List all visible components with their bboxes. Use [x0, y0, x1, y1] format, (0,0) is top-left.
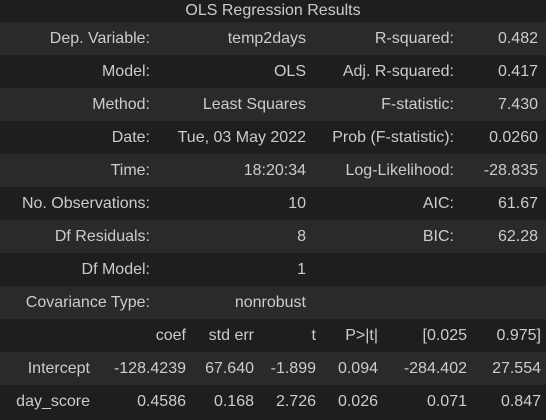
summary-label: Date:: [0, 121, 158, 154]
stat-value: 61.67: [462, 187, 546, 220]
coef-value: 2.726: [259, 385, 321, 418]
stat-label: Prob (F-statistic):: [314, 121, 462, 154]
coef-row: Intercept -128.4239 67.640 -1.899 0.094 -284.…: [0, 352, 546, 385]
stat-value: [462, 286, 546, 319]
coef-value: 0.4586: [95, 385, 191, 418]
coef-value: 27.554: [472, 352, 546, 385]
coef-term-label: Intercept: [0, 352, 95, 385]
coef-header-row: coef std err t P>|t| [0.025 0.975]: [0, 319, 546, 352]
coef-header-cell: 0.975]: [472, 319, 546, 352]
summary-value: temp2days: [158, 22, 314, 55]
coef-value: -284.402: [383, 352, 472, 385]
summary-value: 18:20:34: [158, 154, 314, 187]
summary-value: nonrobust: [158, 286, 314, 319]
coef-value: -128.4239: [95, 352, 191, 385]
coef-header-cell: [0.025: [383, 319, 472, 352]
stat-value: 0.417: [462, 55, 546, 88]
stat-value: 7.430: [462, 88, 546, 121]
coef-value: 0.026: [321, 385, 383, 418]
summary-label: Df Model:: [0, 253, 158, 286]
stat-value: 62.28: [462, 220, 546, 253]
coef-value: 0.094: [321, 352, 383, 385]
summary-label: Dep. Variable:: [0, 22, 158, 55]
summary-value: 1: [158, 253, 314, 286]
stat-value: 0.482: [462, 22, 546, 55]
summary-row: Date: Tue, 03 May 2022 Prob (F-statistic):…: [0, 121, 546, 154]
stat-label: F-statistic:: [314, 88, 462, 121]
summary-value: Tue, 03 May 2022: [158, 121, 314, 154]
summary-label: Method:: [0, 88, 158, 121]
summary-label: No. Observations:: [0, 187, 158, 220]
stat-label: BIC:: [314, 220, 462, 253]
summary-row: Df Model: 1: [0, 253, 546, 286]
stat-label: Log-Likelihood:: [314, 154, 462, 187]
summary-row: Dep. Variable: temp2days R-squared: 0.482: [0, 22, 546, 55]
coef-row: day_score 0.4586 0.168 2.726 0.026 0.071 0.847: [0, 385, 546, 418]
coef-term-label: day_score: [0, 385, 95, 418]
coef-header-cell: std err: [191, 319, 259, 352]
summary-value: Least Squares: [158, 88, 314, 121]
coef-header-cell: t: [259, 319, 321, 352]
table-caption: OLS Regression Results: [185, 2, 361, 19]
stat-label: [314, 253, 462, 286]
summary-row: Time: 18:20:34 Log-Likelihood: -28.835: [0, 154, 546, 187]
summary-table: Dep. Variable: temp2days R-squared: 0.482 Mo…: [0, 22, 546, 319]
coef-header-cell: coef: [95, 319, 191, 352]
summary-row: Covariance Type: nonrobust: [0, 286, 546, 319]
summary-row: No. Observations: 10 AIC: 61.67: [0, 187, 546, 220]
coefficient-table: coef std err t P>|t| [0.025 0.975] Intercept -1…: [0, 319, 546, 418]
summary-label: Covariance Type:: [0, 286, 158, 319]
stat-label: [314, 286, 462, 319]
summary-value: 8: [158, 220, 314, 253]
stat-label: Adj. R-squared:: [314, 55, 462, 88]
summary-value: 10: [158, 187, 314, 220]
stat-value: [462, 253, 546, 286]
summary-row: Method: Least Squares F-statistic: 7.430: [0, 88, 546, 121]
ols-results-output: OLS Regression Results Dep. Variable: tem…: [0, 0, 546, 420]
summary-value: OLS: [158, 55, 314, 88]
stat-value: -28.835: [462, 154, 546, 187]
coef-value: 0.847: [472, 385, 546, 418]
summary-label: Time:: [0, 154, 158, 187]
summary-label: Df Residuals:: [0, 220, 158, 253]
summary-label: Model:: [0, 55, 158, 88]
summary-row: Df Residuals: 8 BIC: 62.28: [0, 220, 546, 253]
coef-value: 67.640: [191, 352, 259, 385]
coef-value: 0.071: [383, 385, 472, 418]
coef-value: 0.168: [191, 385, 259, 418]
stat-label: AIC:: [314, 187, 462, 220]
stat-value: 0.0260: [462, 121, 546, 154]
coef-header-cell: P>|t|: [321, 319, 383, 352]
coef-value: -1.899: [259, 352, 321, 385]
coef-header-cell: [0, 319, 95, 352]
stat-label: R-squared:: [314, 22, 462, 55]
summary-row: Model: OLS Adj. R-squared: 0.417: [0, 55, 546, 88]
